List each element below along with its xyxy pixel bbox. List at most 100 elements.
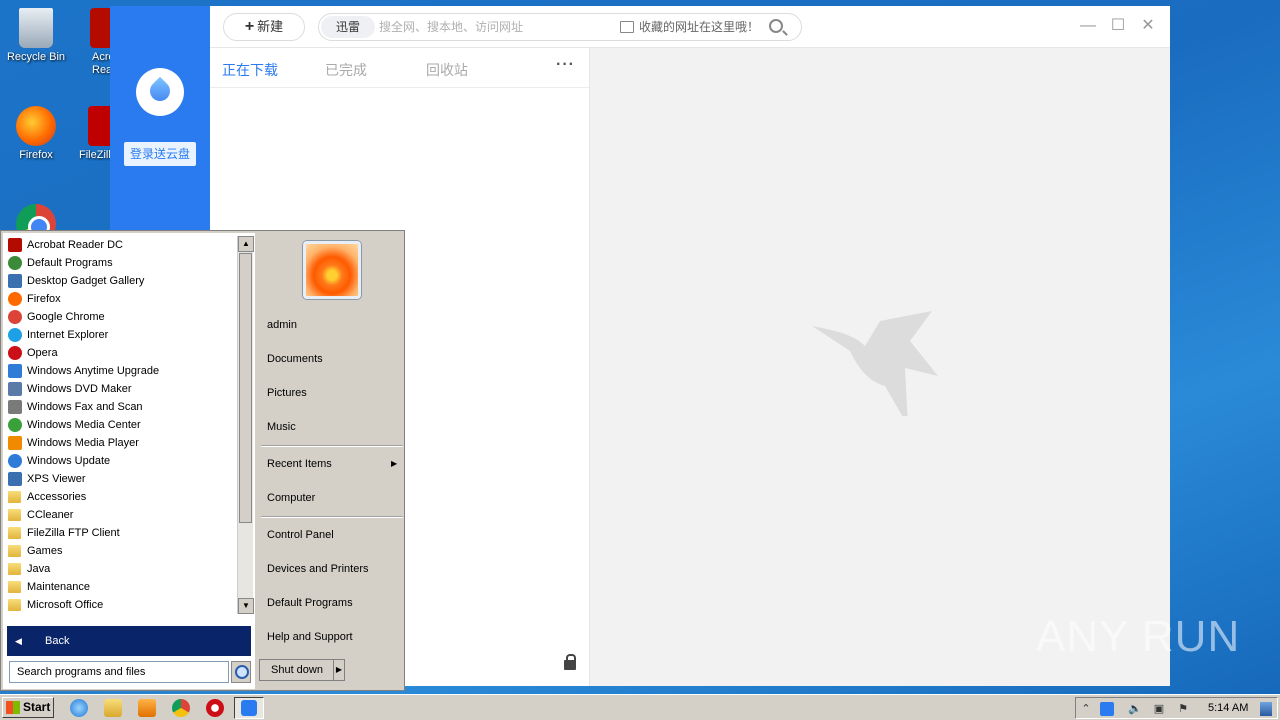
more-options-button[interactable]: ··· (556, 56, 575, 74)
back-label: Back (45, 635, 70, 647)
program-item[interactable]: Acrobat Reader DC (3, 236, 237, 254)
default-programs-icon (8, 256, 22, 270)
program-item[interactable]: Opera (3, 344, 237, 362)
search-icon[interactable] (769, 19, 783, 33)
show-desktop-icon[interactable] (1260, 702, 1272, 716)
scroll-down-button[interactable]: ▼ (238, 598, 254, 614)
program-label: Windows Update (27, 455, 111, 467)
scroll-up-button[interactable]: ▲ (238, 236, 254, 252)
start-menu-right-panel: admin Documents Pictures Music Recent It… (257, 231, 405, 690)
action-center-flag-icon[interactable]: ⚑ (1176, 702, 1190, 716)
thunder-tray-icon[interactable] (1100, 702, 1114, 716)
desktop-icon-acrobat[interactable]: Acro Read (70, 8, 110, 77)
menu-item-help-support[interactable]: Help and Support (267, 628, 353, 646)
desktop-icon-firefox[interactable]: Firefox (1, 106, 71, 161)
start-button[interactable]: Start (2, 697, 54, 718)
program-item[interactable]: Windows Fax and Scan (3, 398, 237, 416)
thunder-taskbar-button[interactable] (234, 697, 264, 719)
start-label: Start (23, 700, 51, 714)
chrome-icon (8, 310, 22, 324)
program-label: Java (27, 563, 51, 575)
menu-separator (261, 516, 403, 518)
desktop-icon-label: Acro Read (92, 51, 110, 76)
back-arrow-icon: ◀ (15, 636, 22, 646)
program-item[interactable]: Windows Media Player (3, 434, 237, 452)
menu-item-documents[interactable]: Documents (267, 350, 323, 368)
opera-taskbar-icon[interactable] (206, 699, 224, 717)
program-item[interactable]: Accessories (3, 488, 237, 506)
favorites-hint[interactable]: 收藏的网址在这里哦！ (619, 14, 759, 40)
programs-scrollbar[interactable]: ▲ ▼ (237, 236, 254, 614)
media-player-taskbar-icon[interactable] (138, 699, 156, 717)
program-item[interactable]: Windows Media Center (3, 416, 237, 434)
search-input[interactable]: 搜全网、搜本地、访问网址 (379, 14, 523, 40)
show-hidden-icons-icon[interactable]: ⌃ (1079, 702, 1093, 716)
program-item[interactable]: Windows Anytime Upgrade (3, 362, 237, 380)
menu-item-computer[interactable]: Computer (267, 489, 315, 507)
dvd-icon (8, 382, 22, 396)
minimize-button[interactable]: — (1078, 16, 1098, 36)
shutdown-button[interactable]: Shut down (259, 659, 335, 681)
search-engine-selector[interactable]: 迅雷 (321, 16, 375, 38)
network-icon[interactable]: ▣ (1152, 702, 1166, 716)
program-label: XPS Viewer (27, 473, 86, 485)
program-item[interactable]: XPS Viewer (3, 470, 237, 488)
folder-icon (8, 545, 21, 557)
program-item[interactable]: FileZilla FTP Client (3, 524, 237, 542)
volume-icon[interactable]: 🔈 (1128, 702, 1142, 716)
menu-item-devices-printers[interactable]: Devices and Printers (267, 560, 369, 578)
program-item[interactable]: Default Programs (3, 254, 237, 272)
tab-downloading[interactable]: 正在下载 (222, 60, 278, 80)
favorites-hint-text: 收藏的网址在这里哦！ (639, 20, 760, 34)
program-item[interactable]: Java (3, 560, 237, 578)
program-label: CCleaner (27, 509, 74, 521)
program-label: Internet Explorer (27, 329, 109, 341)
menu-item-music[interactable]: Music (267, 418, 296, 436)
start-search-input[interactable]: Search programs and files (9, 661, 229, 683)
back-button[interactable]: ◀ Back (7, 626, 251, 656)
program-item[interactable]: Internet Explorer (3, 326, 237, 344)
new-task-button[interactable]: + 新建 (223, 13, 305, 41)
program-item[interactable]: Google Chrome (3, 308, 237, 326)
user-avatar[interactable] (303, 241, 361, 299)
program-item[interactable]: CCleaner (3, 506, 237, 524)
explorer-taskbar-icon[interactable] (104, 699, 122, 717)
menu-item-user[interactable]: admin (267, 316, 297, 334)
scroll-thumb[interactable] (239, 253, 252, 523)
menu-item-default-programs[interactable]: Default Programs (267, 594, 353, 612)
media-player-icon (8, 436, 22, 450)
thunder-logo-icon[interactable] (136, 68, 184, 116)
program-item[interactable]: Microsoft Office (3, 596, 237, 614)
submenu-arrow-icon: ▶ (391, 459, 398, 468)
menu-item-control-panel[interactable]: Control Panel (267, 526, 334, 544)
program-item[interactable]: Windows Update (3, 452, 237, 470)
chrome-taskbar-icon[interactable] (172, 699, 190, 717)
program-item[interactable]: Games (3, 542, 237, 560)
maximize-button[interactable]: ☐ (1108, 16, 1128, 36)
system-tray: ⌃ 🔈 ▣ ⚑ 5:14 AM (1075, 697, 1278, 719)
shutdown-options-button[interactable]: ▶ (333, 659, 345, 681)
program-item[interactable]: Maintenance (3, 578, 237, 596)
all-programs-list: Acrobat Reader DC Default Programs Desktop… (3, 236, 237, 614)
search-icon[interactable] (231, 661, 251, 683)
close-button[interactable]: ✕ (1138, 16, 1158, 36)
tab-completed[interactable]: 已完成 (325, 60, 367, 80)
clock[interactable]: 5:14 AM (1208, 698, 1248, 718)
program-label: Windows Media Center (27, 419, 141, 431)
program-item[interactable]: Firefox (3, 290, 237, 308)
tab-recycle-bin[interactable]: 回收站 (426, 60, 468, 80)
search-bar[interactable]: 迅雷 搜全网、搜本地、访问网址 收藏的网址在这里哦！ (318, 13, 802, 41)
ie-taskbar-icon[interactable] (70, 699, 88, 717)
login-button[interactable]: 登录送云盘 (124, 142, 196, 166)
xps-icon (8, 472, 22, 486)
menu-item-recent-items[interactable]: Recent Items (267, 455, 332, 473)
desktop-icon-recycle-bin[interactable]: Recycle Bin (1, 8, 71, 63)
menu-item-pictures[interactable]: Pictures (267, 384, 307, 402)
program-label: Windows Media Player (27, 437, 139, 449)
program-item[interactable]: Desktop Gadget Gallery (3, 272, 237, 290)
lock-icon[interactable] (564, 654, 576, 670)
desktop-icon-filezilla[interactable]: FileZilla (70, 106, 110, 161)
desktop-icon-label: Recycle Bin (6, 51, 66, 63)
gadget-icon (8, 274, 22, 288)
program-item[interactable]: Windows DVD Maker (3, 380, 237, 398)
